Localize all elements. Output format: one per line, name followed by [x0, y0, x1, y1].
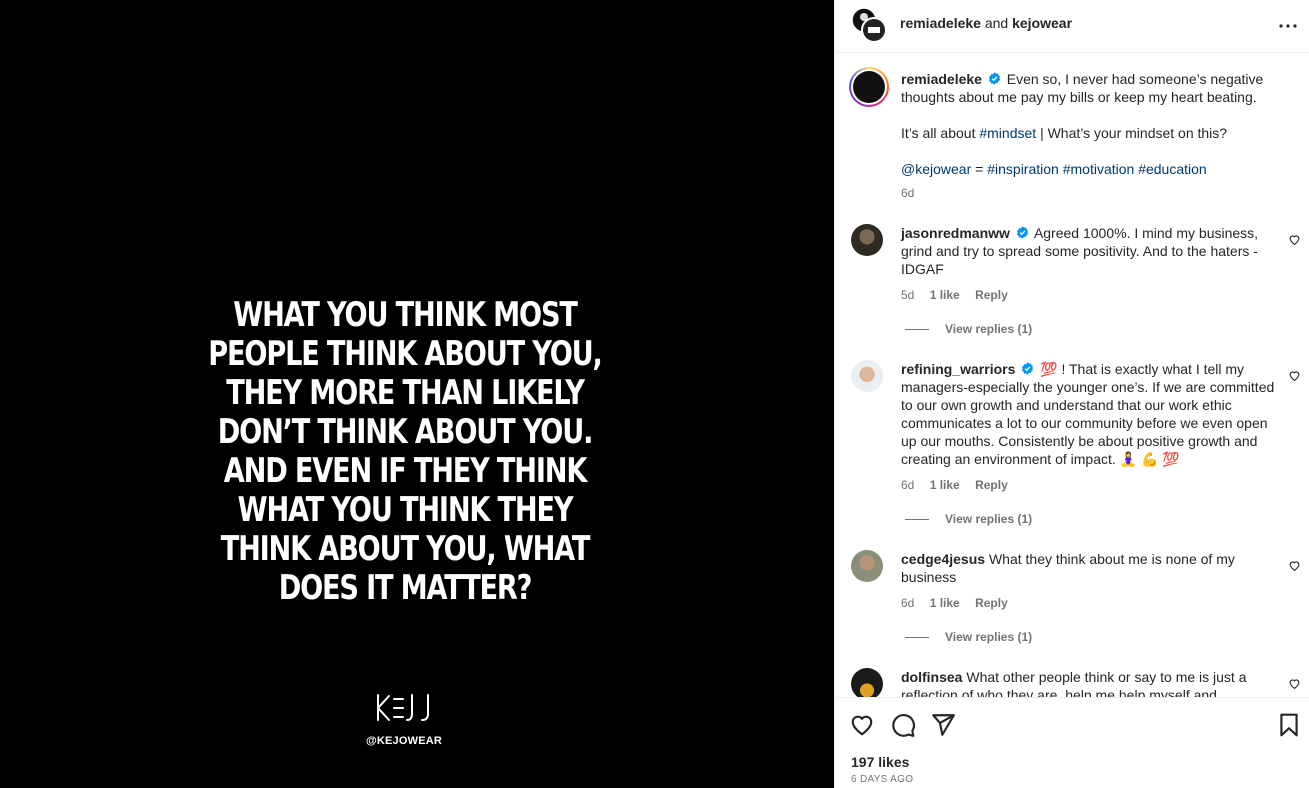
- comment-3-view-replies[interactable]: View replies (1): [901, 630, 1032, 644]
- avatar-cedge4jesus[interactable]: [851, 550, 883, 582]
- comment-2-likes[interactable]: 1 like: [930, 478, 960, 492]
- comment-3-text: cedge4jesus What they think about me is …: [901, 550, 1276, 586]
- caption-equals: =: [975, 161, 984, 177]
- comment-1-view-replies[interactable]: View replies (1): [901, 322, 1032, 336]
- hashtag-mindset[interactable]: #mindset: [979, 125, 1036, 141]
- caption-text: remiadeleke Even so, I never had someone…: [901, 70, 1276, 106]
- header-user-remiadeleke[interactable]: remiadeleke: [900, 15, 981, 31]
- header-user-kejowear[interactable]: kejowear: [1012, 15, 1072, 31]
- comment-2-time[interactable]: 6d: [901, 478, 914, 492]
- caption-time[interactable]: 6d: [901, 186, 914, 200]
- comments-list[interactable]: remiadeleke Even so, I never had someone…: [835, 54, 1309, 697]
- view-replies-label[interactable]: View replies (1): [945, 322, 1032, 336]
- comment-1-text: jasonredmanww Agreed 1000%. I mind my bu…: [901, 224, 1276, 278]
- comment-1-time[interactable]: 5d: [901, 288, 914, 302]
- view-replies-label[interactable]: View replies (1): [945, 630, 1032, 644]
- post-image[interactable]: WHAT YOU THINK MOST PEOPLE THINK ABOUT Y…: [0, 0, 834, 788]
- comment-2-meta: 6d 1 like Reply: [901, 478, 1008, 492]
- verified-badge-icon: [988, 72, 1000, 85]
- comment-3-time[interactable]: 6d: [901, 596, 914, 610]
- comment-2-view-replies[interactable]: View replies (1): [901, 512, 1032, 526]
- like-comment-heart-icon[interactable]: [1288, 677, 1301, 690]
- post-quote-text: WHAT YOU THINK MOST PEOPLE THINK ABOUT Y…: [208, 295, 603, 608]
- avatar-refining-warriors[interactable]: [851, 360, 883, 392]
- divider-line: [905, 328, 929, 330]
- header-and-text: and: [984, 15, 1009, 31]
- hashtag-education[interactable]: #education: [1138, 161, 1207, 177]
- avatar-jasonredmanww[interactable]: [851, 224, 883, 256]
- caption-line2-pre: It’s all about: [901, 125, 976, 141]
- brand-handle: @KEJOWEAR: [365, 735, 443, 747]
- likes-count[interactable]: 197 likes: [851, 754, 909, 770]
- post-time-ago[interactable]: 6 DAYS AGO: [851, 774, 913, 785]
- caption-line2-post: | What’s your mindset on this?: [1040, 125, 1228, 141]
- comment-3-meta: 6d 1 like Reply: [901, 596, 1008, 610]
- comment-bubble-icon[interactable]: [890, 712, 916, 738]
- caption-username[interactable]: remiadeleke: [901, 71, 982, 87]
- comment-4-text: dolfinsea What other people think or say…: [901, 668, 1276, 697]
- comment-2-text: refining_warriors 💯 ! That is exactly wh…: [901, 360, 1276, 468]
- comment-1-reply-button[interactable]: Reply: [975, 288, 1008, 302]
- comment-4-username[interactable]: dolfinsea: [901, 669, 962, 685]
- view-replies-label[interactable]: View replies (1): [945, 512, 1032, 526]
- comment-3-reply-button[interactable]: Reply: [975, 596, 1008, 610]
- post-header: remiadeleke and kejowear: [835, 0, 1309, 53]
- verified-badge-icon: [1016, 226, 1028, 239]
- comment-3-username[interactable]: cedge4jesus: [901, 551, 985, 567]
- hashtag-inspiration[interactable]: #inspiration: [987, 161, 1059, 177]
- post-side-panel: remiadeleke and kejowear remiadeleke Eve…: [834, 0, 1309, 788]
- hashtag-motivation[interactable]: #motivation: [1063, 161, 1135, 177]
- like-comment-heart-icon[interactable]: [1288, 559, 1301, 572]
- post-actions-bar: 197 likes 6 DAYS AGO: [835, 697, 1309, 788]
- like-comment-heart-icon[interactable]: [1288, 369, 1301, 382]
- caption-line2: It’s all about #mindset | What’s your mi…: [901, 124, 1276, 142]
- divider-line: [905, 636, 929, 638]
- caption-avatar[interactable]: [849, 67, 889, 107]
- more-options-icon[interactable]: [1276, 14, 1300, 38]
- verified-badge-icon: [1022, 362, 1034, 375]
- post-header-usernames[interactable]: remiadeleke and kejowear: [900, 15, 1072, 31]
- comment-2-username[interactable]: refining_warriors: [901, 361, 1015, 377]
- share-paper-plane-icon[interactable]: [930, 712, 956, 738]
- avatar-dolfinsea[interactable]: [851, 668, 883, 697]
- collab-avatar-icon[interactable]: [851, 7, 887, 43]
- comment-2-reply-button[interactable]: Reply: [975, 478, 1008, 492]
- save-bookmark-icon[interactable]: [1276, 712, 1302, 738]
- divider-line: [905, 518, 929, 520]
- comment-1-likes[interactable]: 1 like: [930, 288, 960, 302]
- like-comment-heart-icon[interactable]: [1288, 233, 1301, 246]
- like-heart-icon[interactable]: [849, 712, 875, 738]
- kejo-logo-icon: [377, 694, 429, 721]
- comment-1-username[interactable]: jasonredmanww: [901, 225, 1010, 241]
- comment-1-meta: 5d 1 like Reply: [901, 288, 1008, 302]
- caption-line3: @kejowear = #inspiration #motivation #ed…: [901, 160, 1276, 178]
- comment-3-likes[interactable]: 1 like: [930, 596, 960, 610]
- mention-kejowear[interactable]: @kejowear: [901, 161, 971, 177]
